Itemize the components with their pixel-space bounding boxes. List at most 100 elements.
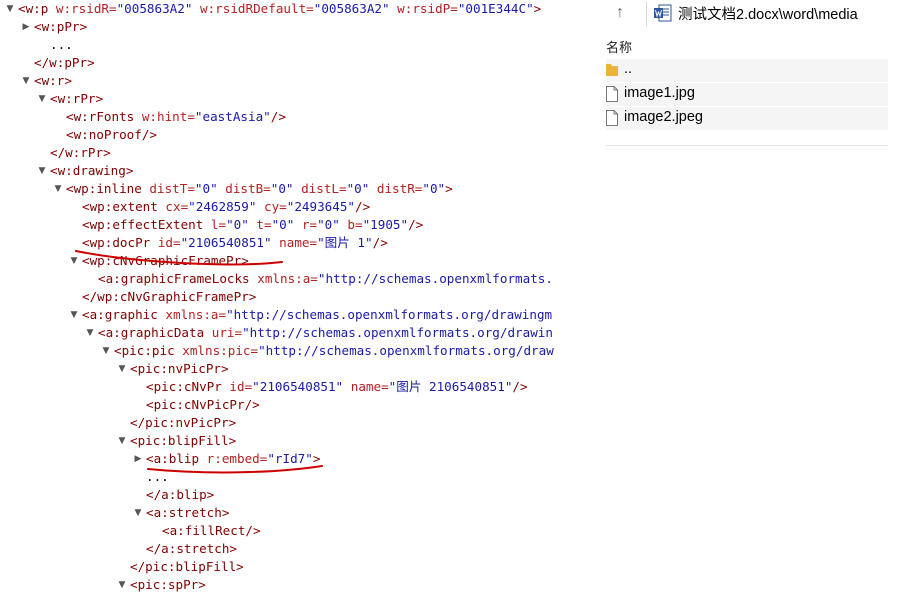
xml-node-line: <pic:cNvPr id="2106540851" name="图片 2106… — [146, 378, 528, 396]
xml-tag: </w:rPr> — [50, 145, 111, 160]
file-explorer-panel: ↑ 测试文档2.docx\word\media 名称 .. image1.jpg… — [578, 0, 899, 598]
xml-tag: <pic:cNvPicPr/> — [146, 397, 260, 412]
xml-tag: > — [312, 451, 321, 466]
xml-value: "2493645" — [286, 199, 355, 214]
xml-attribute: distR= — [369, 181, 423, 196]
xml-value: "0" — [422, 181, 446, 196]
xml-tag: <pic:spPr> — [130, 577, 206, 592]
xml-attribute: b= — [339, 217, 363, 232]
xml-tag: </pic:nvPicPr> — [130, 415, 237, 430]
xml-value: "http://schemas.openxmlformats.org/draw — [258, 343, 554, 358]
file-icon — [606, 110, 618, 126]
xml-node-line: </wp:cNvGraphicFramePr> — [82, 288, 256, 306]
xml-tag: <pic:nvPicPr> — [130, 361, 229, 376]
xml-tag: <a:graphic — [82, 307, 166, 322]
xml-attribute: w:hint= — [141, 109, 195, 124]
collapse-arrow-icon[interactable]: ▼ — [4, 0, 16, 18]
xml-attribute: xmlns:pic= — [182, 343, 259, 358]
collapse-arrow-icon[interactable]: ▼ — [116, 576, 128, 594]
list-divider — [606, 145, 888, 146]
collapse-arrow-icon[interactable]: ▼ — [116, 360, 128, 378]
xml-value: "图片 2106540851" — [388, 379, 513, 394]
xml-attribute: t= — [248, 217, 272, 232]
xml-tag: <a:fillRect/> — [162, 523, 261, 538]
collapse-arrow-icon[interactable]: ▼ — [100, 342, 112, 360]
xml-attribute: cx= — [165, 199, 189, 214]
folder-icon — [606, 64, 618, 76]
xml-tag: </pic:blipFill> — [130, 559, 244, 574]
file-item-parent-folder[interactable]: .. — [606, 59, 888, 82]
collapse-arrow-icon[interactable]: ▼ — [36, 90, 48, 108]
xml-attribute: uri= — [211, 325, 243, 340]
xml-attribute: name= — [271, 235, 318, 250]
expand-arrow-icon[interactable]: ▶ — [20, 18, 32, 36]
file-name: image1.jpg — [624, 85, 695, 101]
expand-arrow-icon[interactable]: ▶ — [132, 450, 144, 468]
xml-node-line: <a:graphic xmlns:a="http://schemas.openx… — [82, 306, 552, 324]
xml-value: "2106540851" — [180, 235, 272, 250]
xml-node-line: <w:noProof/> — [66, 126, 157, 144]
xml-tag: <pic:cNvPr — [146, 379, 230, 394]
xml-attribute: w:rsidR= — [55, 1, 117, 16]
xml-value: "0" — [317, 217, 340, 232]
xml-tag: /> — [270, 109, 286, 124]
collapse-arrow-icon[interactable]: ▼ — [116, 432, 128, 450]
xml-tag: <wp:effectExtent — [82, 217, 211, 232]
xml-tag: </a:blip> — [146, 487, 215, 502]
xml-tag: </wp:cNvGraphicFramePr> — [82, 289, 257, 304]
xml-tag: </a:stretch> — [146, 541, 237, 556]
xml-node-line: <w:drawing> — [50, 162, 133, 180]
collapse-arrow-icon[interactable]: ▼ — [84, 324, 96, 342]
xml-tag: <w:rPr> — [50, 91, 104, 106]
xml-tag: <a:blip — [146, 451, 207, 466]
xml-tag: <w:p — [18, 1, 56, 16]
xml-node-line: <pic:spPr> — [130, 576, 206, 594]
xml-value: "2462859" — [188, 199, 257, 214]
xml-node-line: <wp:effectExtent l="0" t="0" r="0" b="19… — [82, 216, 423, 234]
up-arrow-icon[interactable]: ↑ — [606, 2, 634, 24]
xml-node-line: <pic:blipFill> — [130, 432, 236, 450]
xml-value: "http://schemas.openxmlformats.org/drawi… — [242, 325, 553, 340]
xml-attribute: xmlns:a= — [257, 271, 318, 286]
xml-value: "eastAsia" — [194, 109, 271, 124]
xml-node-line: <wp:extent cx="2462859" cy="2493645"/> — [82, 198, 370, 216]
xml-tag: <a:graphicData — [98, 325, 212, 340]
address-path[interactable]: 测试文档2.docx\word\media — [678, 3, 858, 24]
xml-node-line: <pic:nvPicPr> — [130, 360, 229, 378]
file-item-image2[interactable]: image2.jpeg — [606, 107, 888, 130]
xml-tag: /> — [372, 235, 388, 250]
xml-tag: <wp:inline — [66, 181, 150, 196]
xml-tag: <wp:docPr — [82, 235, 158, 250]
collapse-arrow-icon[interactable]: ▼ — [132, 504, 144, 522]
xml-tag: </w:pPr> — [34, 55, 95, 70]
xml-tag: <w:pPr> — [34, 19, 88, 34]
xml-tag: <pic:pic — [114, 343, 183, 358]
xml-node-line: <a:graphicFrameLocks xmlns:a="http://sch… — [98, 270, 553, 288]
xml-attribute: name= — [343, 379, 389, 394]
xml-tag: <a:stretch> — [146, 505, 230, 520]
xml-attribute: distT= — [149, 181, 195, 196]
xml-value: "http://schemas.openxmlformats.org/drawi… — [226, 307, 553, 322]
file-name: image2.jpeg — [624, 109, 703, 125]
collapse-arrow-icon[interactable]: ▼ — [68, 306, 80, 324]
xml-attribute: id= — [157, 235, 181, 250]
xml-node-line: </pic:nvPicPr> — [130, 414, 236, 432]
file-item-image1[interactable]: image1.jpg — [606, 83, 888, 106]
xml-value: "2106540851" — [252, 379, 344, 394]
xml-node-line: </w:rPr> — [50, 144, 111, 162]
xml-attribute: l= — [210, 217, 227, 232]
word-document-icon — [654, 4, 672, 22]
xml-attribute: distB= — [217, 181, 271, 196]
xml-value: "图片 1" — [317, 235, 373, 250]
xml-node-line: <a:graphicData uri="http://schemas.openx… — [98, 324, 553, 342]
xml-node-line: <pic:cNvPicPr/> — [146, 396, 260, 414]
collapse-arrow-icon[interactable]: ▼ — [68, 252, 80, 270]
collapse-arrow-icon[interactable]: ▼ — [52, 180, 64, 198]
collapse-arrow-icon[interactable]: ▼ — [36, 162, 48, 180]
xml-attribute: distL= — [293, 181, 347, 196]
column-header-name[interactable]: 名称 — [606, 37, 632, 56]
collapse-arrow-icon[interactable]: ▼ — [20, 72, 32, 90]
xml-node-line: <a:fillRect/> — [162, 522, 261, 540]
xml-value: "http://schemas.openxmlformats. — [317, 271, 553, 286]
xml-value: "005863A2" — [116, 1, 193, 16]
